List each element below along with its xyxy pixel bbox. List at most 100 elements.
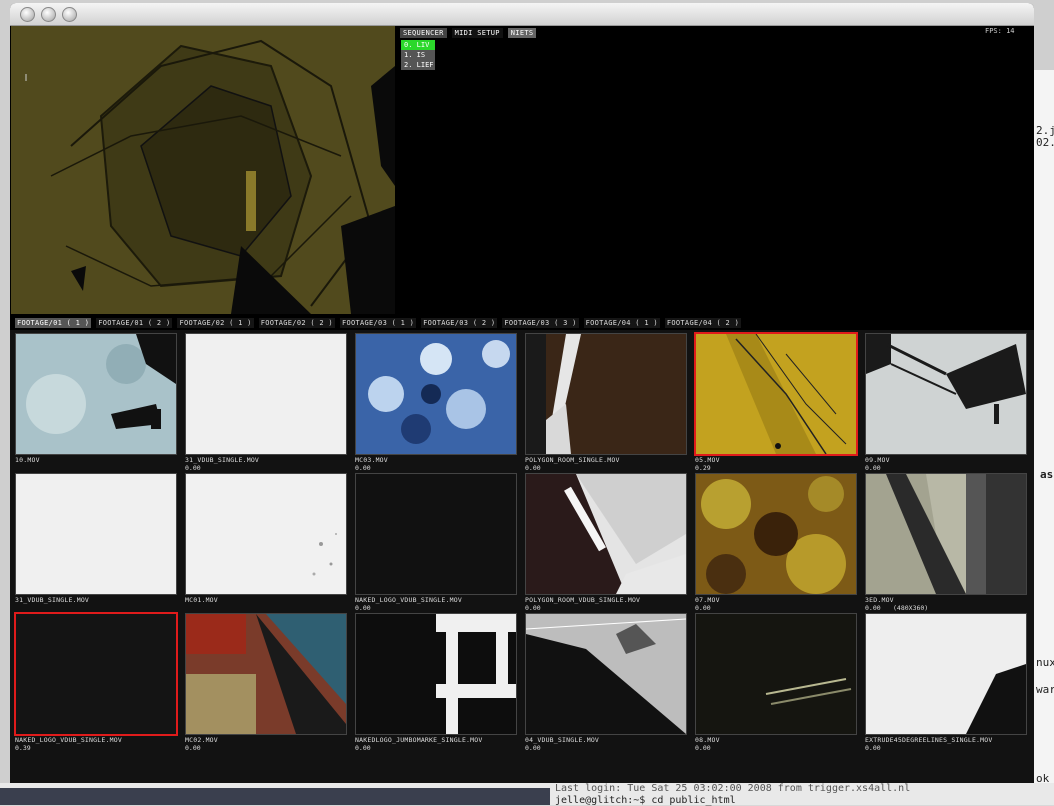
clip-cell[interactable]: MC02.MOV 0.00 <box>185 613 347 752</box>
clip-cell[interactable]: POLYGON_ROOM_SINGLE.MOV 0.00 <box>525 333 687 472</box>
clip-cell[interactable]: 05.MOV 0.29 <box>694 332 858 472</box>
clip-name: 08.MOV <box>695 736 720 744</box>
clip-thumbnail[interactable] <box>695 473 857 595</box>
minimize-window-button[interactable] <box>41 7 56 22</box>
clip-cell[interactable]: 31_VDUB_SINGLE.MOV 0.00 <box>185 333 347 472</box>
video-preview <box>11 26 395 314</box>
clip-time: 0.00 <box>185 744 201 752</box>
clip-thumbnail[interactable] <box>355 613 517 735</box>
sequence-item[interactable]: 2. LIEF <box>401 60 435 70</box>
clip-cell[interactable]: NAKEDLOGO_JUMBOMARKE_SINGLE.MOV 0.00 <box>355 613 517 752</box>
clip-thumbnail[interactable] <box>15 473 177 595</box>
clip-cell[interactable]: MC03.MOV 0.00 <box>355 333 517 472</box>
clip-resolution: (480X360) <box>893 604 929 612</box>
clip-name: 31_VDUB_SINGLE.MOV <box>15 596 90 604</box>
close-window-button[interactable] <box>20 7 35 22</box>
zoom-window-button[interactable] <box>62 7 77 22</box>
footage-tab[interactable]: FOOTAGE/02 ( 1 ) <box>177 318 254 328</box>
sequence-list: 0. LIV 1. IS 2. LIEF <box>401 40 435 70</box>
clip-thumbnail[interactable] <box>525 613 687 735</box>
clip-cell[interactable]: 10.MOV <box>15 333 177 471</box>
clip-cell[interactable]: 31_VDUB_SINGLE.MOV <box>15 473 177 611</box>
clip-thumbnail[interactable] <box>185 333 347 455</box>
clip-cell[interactable]: NAKED_LOGO_VDUB_SINGLE.MOV 0.39 <box>14 612 178 752</box>
clip-name: POLYGON_ROOM_VDUB_SINGLE.MOV <box>525 596 641 604</box>
footage-tab[interactable]: FOOTAGE/04 ( 1 ) <box>583 318 660 328</box>
clip-time: 0.00 <box>865 604 881 612</box>
clip-time: 0.00 <box>695 744 711 752</box>
clip-name: 09.MOV <box>865 456 890 464</box>
clip-cell[interactable]: 09.MOV 0.00 <box>865 333 1027 472</box>
clip-thumbnail-selected[interactable] <box>694 332 858 456</box>
clip-name: 31_VDUB_SINGLE.MOV <box>185 456 260 464</box>
clip-time: 0.00 <box>355 464 371 472</box>
clip-time: 0.00 <box>865 464 881 472</box>
clip-thumbnail[interactable] <box>355 333 517 455</box>
clip-cell[interactable]: MC01.MOV <box>185 473 347 611</box>
tab-niets[interactable]: NIETS <box>507 28 537 38</box>
clip-time: 0.00 <box>865 744 881 752</box>
vj-app-window: SEQUENCER MIDI SETUP NIETS FPS: 14 0. LI… <box>10 3 1034 783</box>
clip-name: EXTRUDE45DEGREELINES_SINGLE.MOV <box>865 736 993 744</box>
terminal-text: jelle@glitch:~$ cd public_html <box>555 795 736 806</box>
sequence-item[interactable]: 0. LIV <box>401 40 435 50</box>
clip-thumbnail[interactable] <box>15 333 177 455</box>
tab-midi-setup[interactable]: MIDI SETUP <box>451 28 503 38</box>
terminal-text: Last login: Tue Sat 25 03:02:00 2008 fro… <box>555 783 911 794</box>
clip-name: 04_VDUB_SINGLE.MOV <box>525 736 600 744</box>
clip-name: MC02.MOV <box>185 736 218 744</box>
terminal-text: 02. <box>1036 136 1054 149</box>
clip-time: 0.00 <box>525 604 541 612</box>
clip-name: 3ED.MOV <box>865 596 894 604</box>
clip-thumbnail[interactable] <box>695 613 857 735</box>
clip-time: 0.00 <box>355 604 371 612</box>
terminal-text: war <box>1036 683 1054 696</box>
clip-time: 0.39 <box>15 744 31 752</box>
clip-thumbnail-selected[interactable] <box>14 612 178 736</box>
title-bar[interactable] <box>10 3 1034 26</box>
clip-cell[interactable]: 3ED.MOV 0.00 (480X360) <box>865 473 1027 612</box>
clip-name: NAKED_LOGO_VDUB_SINGLE.MOV <box>355 596 462 604</box>
clip-thumbnail[interactable] <box>355 473 517 595</box>
footage-tab[interactable]: FOOTAGE/04 ( 2 ) <box>664 318 742 328</box>
app-content: SEQUENCER MIDI SETUP NIETS FPS: 14 0. LI… <box>10 26 1034 783</box>
clip-name: MC01.MOV <box>185 596 218 604</box>
clip-cell[interactable]: 04_VDUB_SINGLE.MOV 0.00 <box>525 613 687 752</box>
clip-name: NAKED_LOGO_VDUB_SINGLE.MOV <box>15 736 122 744</box>
clip-thumbnail[interactable] <box>865 473 1027 595</box>
background-window-strip <box>0 788 550 805</box>
footage-tab[interactable]: FOOTAGE/03 ( 2 ) <box>421 318 498 328</box>
fps-readout: FPS: 14 <box>985 27 1015 35</box>
clip-thumbnail[interactable] <box>185 473 347 595</box>
footage-tab[interactable]: FOOTAGE/01 ( 1 ) <box>15 318 92 328</box>
clip-time: 0.00 <box>185 464 201 472</box>
terminal-text: as <box>1040 468 1054 481</box>
footage-tab[interactable]: FOOTAGE/02 ( 2 ) <box>258 318 335 328</box>
sequence-item[interactable]: 1. IS <box>401 50 435 60</box>
footage-tab[interactable]: FOOTAGE/03 ( 1 ) <box>339 318 417 328</box>
clip-thumbnail[interactable] <box>865 613 1027 735</box>
clip-grid: 10.MOV 31_VDUB_SINGLE.MOV 0.00 MC03.MOV … <box>10 330 1034 783</box>
clip-thumbnail[interactable] <box>185 613 347 735</box>
clip-name: 05.MOV <box>695 456 720 464</box>
clip-thumbnail[interactable] <box>865 333 1027 455</box>
clip-name: 07.MOV <box>695 596 720 604</box>
clip-name: POLYGON_ROOM_SINGLE.MOV <box>525 456 620 464</box>
clip-name: NAKEDLOGO_JUMBOMARKE_SINGLE.MOV <box>355 736 483 744</box>
clip-time: 0.00 <box>525 744 541 752</box>
clip-cell[interactable]: 07.MOV 0.00 <box>695 473 857 612</box>
clip-name: MC03.MOV <box>355 456 388 464</box>
clip-time: 0.00 <box>695 604 711 612</box>
main-tabs: SEQUENCER MIDI SETUP NIETS <box>400 28 541 38</box>
clip-cell[interactable]: EXTRUDE45DEGREELINES_SINGLE.MOV 0.00 <box>865 613 1027 752</box>
clip-cell[interactable]: 08.MOV 0.00 <box>695 613 857 752</box>
footage-tab[interactable]: FOOTAGE/01 ( 2 ) <box>96 318 173 328</box>
tab-sequencer[interactable]: SEQUENCER <box>400 28 447 38</box>
terminal-text: nux <box>1036 656 1054 669</box>
clip-thumbnail[interactable] <box>525 473 687 595</box>
footage-tab[interactable]: FOOTAGE/03 ( 3 ) <box>502 318 579 328</box>
clip-thumbnail[interactable] <box>525 333 687 455</box>
footage-tabs: FOOTAGE/01 ( 1 ) FOOTAGE/01 ( 2 ) FOOTAG… <box>15 318 1025 328</box>
clip-cell[interactable]: POLYGON_ROOM_VDUB_SINGLE.MOV 0.00 <box>525 473 687 612</box>
clip-cell[interactable]: NAKED_LOGO_VDUB_SINGLE.MOV 0.00 <box>355 473 517 612</box>
